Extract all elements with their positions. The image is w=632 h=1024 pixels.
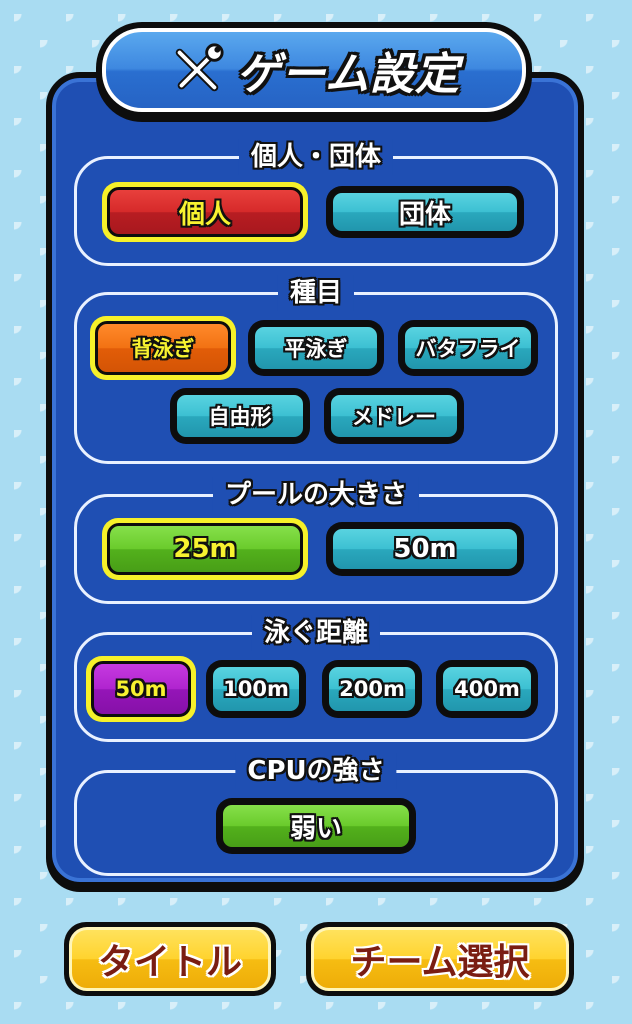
- page-title: ゲーム設定: [236, 49, 460, 100]
- option-breaststroke[interactable]: 平泳ぎ: [248, 320, 384, 376]
- section-label-cpu-strength: CPUの強さ: [235, 753, 397, 789]
- option-distance-400m[interactable]: 400m: [436, 660, 538, 718]
- option-team[interactable]: 団体: [326, 186, 524, 238]
- option-pool-50m[interactable]: 50m: [326, 522, 524, 576]
- section-label-player-mode: 個人・団体: [238, 139, 394, 175]
- section-label-distance: 泳ぐ距離: [251, 615, 381, 651]
- option-pool-25m[interactable]: 25m: [102, 518, 308, 580]
- title-button[interactable]: タイトル: [64, 922, 276, 996]
- wrench-screwdriver-icon: [175, 43, 224, 92]
- title-plate: ゲーム設定: [96, 22, 532, 122]
- option-freestyle[interactable]: 自由形: [170, 388, 310, 444]
- option-distance-100m[interactable]: 100m: [206, 660, 306, 718]
- option-distance-200m[interactable]: 200m: [322, 660, 422, 718]
- option-medley[interactable]: メドレー: [324, 388, 464, 444]
- option-butterfly[interactable]: バタフライ: [398, 320, 538, 376]
- section-label-event: 種目: [277, 275, 355, 311]
- option-individual[interactable]: 個人: [102, 182, 308, 242]
- team-select-button[interactable]: チーム選択: [306, 922, 574, 996]
- cpu-strength-button[interactable]: 弱い: [216, 798, 416, 854]
- section-label-pool-size: プールの大きさ: [212, 477, 420, 513]
- option-backstroke[interactable]: 背泳ぎ: [90, 316, 236, 380]
- option-distance-50m[interactable]: 50m: [86, 656, 196, 722]
